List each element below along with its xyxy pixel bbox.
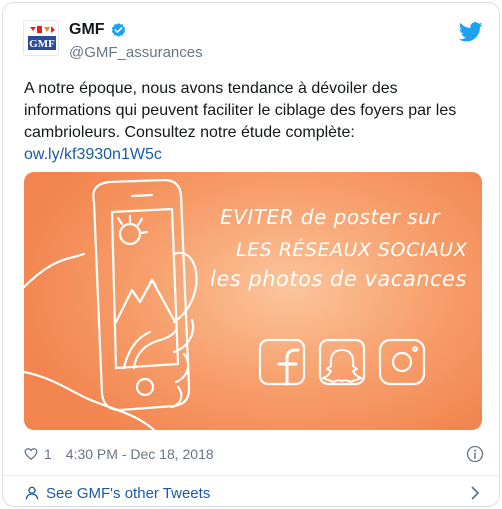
- media-text-line1: EVITER de poster sur: [220, 205, 441, 229]
- divider: [3, 475, 499, 476]
- like-count: 1: [44, 446, 52, 462]
- twitter-bird-icon[interactable]: [459, 22, 483, 42]
- media-text-line3: les photos de vacances: [210, 267, 467, 291]
- info-icon[interactable]: [466, 445, 484, 463]
- verified-badge-icon: [111, 22, 125, 37]
- tweet-card: GMF GMF @GMF_assurances A notre époque, …: [2, 2, 500, 507]
- see-more-tweets-label: See GMF's other Tweets: [46, 484, 211, 502]
- heart-icon[interactable]: [24, 447, 38, 461]
- person-icon: [25, 486, 39, 500]
- tweet-timestamp[interactable]: 4:30 PM - Dec 18, 2018: [66, 446, 214, 462]
- gmf-logo-icon: GMF: [24, 21, 58, 55]
- display-name[interactable]: GMF: [69, 21, 105, 39]
- see-more-tweets-link[interactable]: See GMF's other Tweets: [24, 483, 484, 503]
- chevron-right-icon: [471, 486, 479, 500]
- tweet-media-image[interactable]: EVITER de poster sur LES RÉSEAUX SOCIAUX…: [24, 172, 482, 430]
- avatar[interactable]: GMF: [23, 20, 59, 56]
- tweet-body: A notre époque, nous avons tendance à dé…: [24, 80, 457, 141]
- tweet-text: A notre époque, nous avons tendance à dé…: [24, 78, 484, 166]
- author-handle[interactable]: @GMF_assurances: [69, 44, 203, 61]
- author-names: GMF @GMF_assurances: [69, 20, 203, 61]
- snapchat-icon: [320, 340, 364, 384]
- tweet-meta: 1 4:30 PM - Dec 18, 2018: [24, 443, 484, 465]
- tweet-link[interactable]: ow.ly/kf3930n1W5c: [24, 144, 484, 166]
- logo-text: GMF: [29, 38, 55, 50]
- facebook-icon: [260, 340, 304, 384]
- tweet-header: GMF GMF @GMF_assurances: [23, 20, 483, 68]
- media-text-line2: LES RÉSEAUX SOCIAUX: [236, 239, 468, 261]
- instagram-icon: [380, 340, 424, 384]
